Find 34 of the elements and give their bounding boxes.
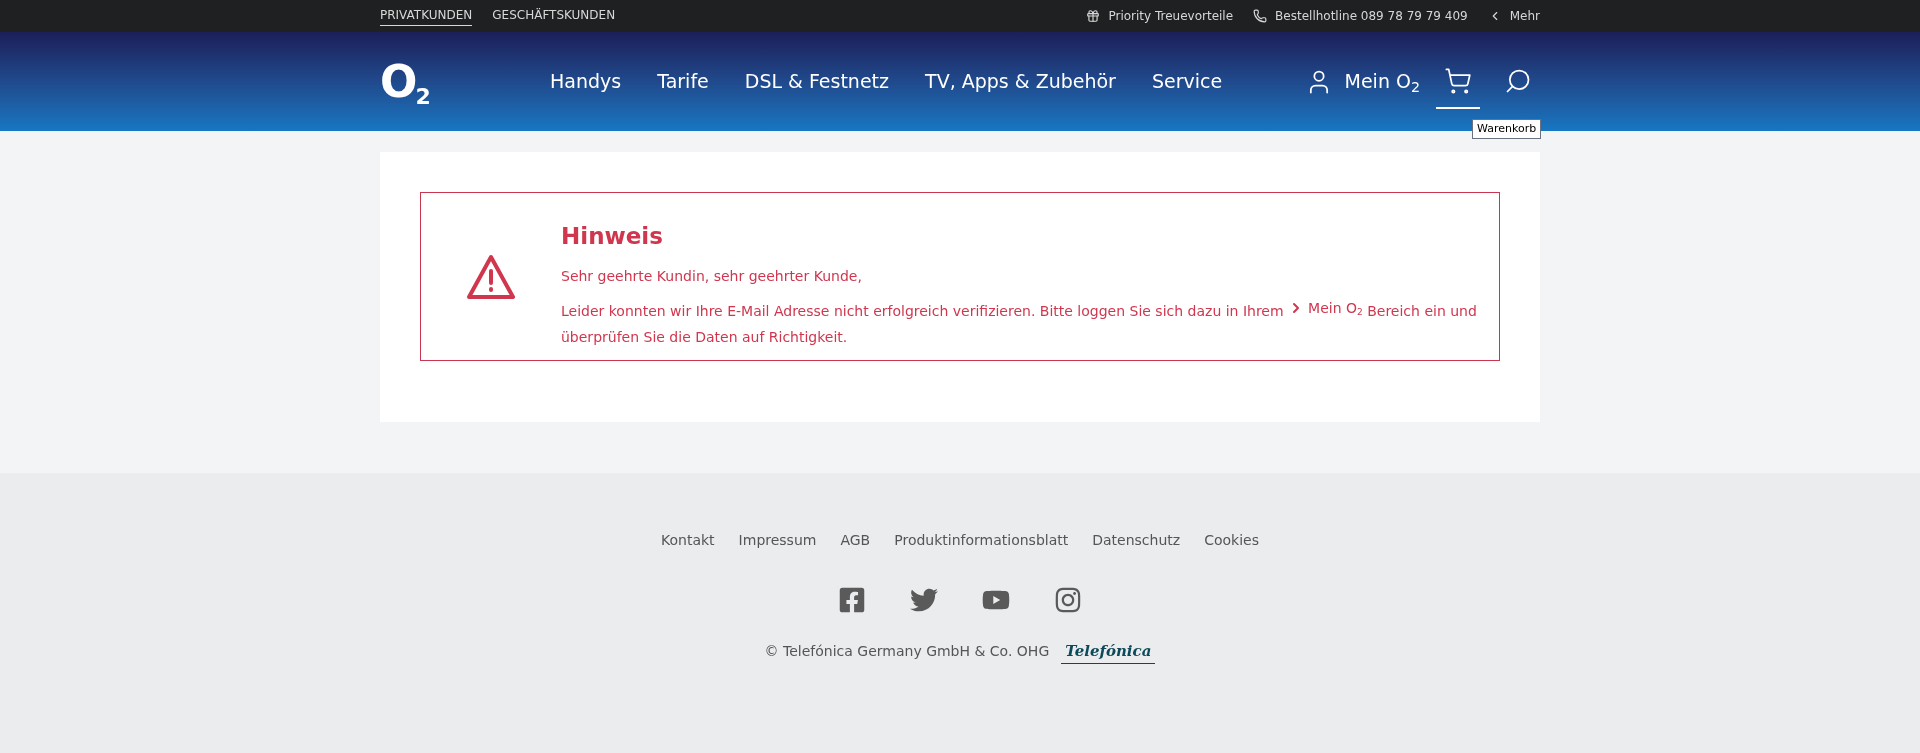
- account-link[interactable]: Mein O$_{2}$: [1304, 67, 1420, 96]
- footer-link[interactable]: Impressum: [738, 530, 817, 551]
- nav-link[interactable]: Tarife: [657, 67, 709, 96]
- nav-link[interactable]: TV, Apps & Zubehör: [925, 67, 1116, 96]
- nav-link[interactable]: Service: [1151, 67, 1223, 96]
- footer-link[interactable]: AGB: [840, 530, 871, 551]
- warning-icon: [465, 252, 517, 301]
- brand-logo: Telefónica: [1061, 640, 1156, 664]
- top-link[interactable]: Priority Treuevorteile: [1086, 7, 1234, 25]
- gift-icon: [1086, 9, 1101, 23]
- top-link[interactable]: Mehr: [1487, 7, 1540, 25]
- account-link[interactable]: Mein O$_{2}$: [1288, 294, 1363, 321]
- notice-message: Leider konnten wir Ihre E-Mail Adresse nicht erfolgreich verifizieren. Bitte loggen Sie sich dazu in Ihrem Mein O$_{2}$ Bereich ein und überprüfen Sie die Daten auf Richtigkeit.: [561, 294, 1491, 350]
- tooltip: Warenkorb: [1472, 118, 1542, 139]
- footer-link[interactable]: Produktinformationsblatt: [894, 530, 1069, 551]
- nav-link[interactable]: Handys: [550, 67, 622, 96]
- social-link[interactable]: [910, 586, 938, 614]
- segment-tab[interactable]: PRIVATKUNDEN: [380, 6, 473, 26]
- phone-icon: [1253, 9, 1268, 23]
- segment-tab[interactable]: GESCHÄFTSKUNDEN: [492, 6, 616, 26]
- cart-icon: [1444, 66, 1472, 95]
- top-link[interactable]: Bestellhotline 089 78 79 79 409: [1253, 7, 1468, 25]
- footer-link[interactable]: Datenschutz: [1092, 530, 1181, 551]
- footer-link[interactable]: Cookies: [1204, 530, 1259, 551]
- nav-link[interactable]: DSL & Festnetz: [744, 67, 890, 96]
- footer-link[interactable]: Kontakt: [661, 530, 715, 551]
- twitter-icon: [910, 586, 938, 614]
- notice-title: Hinweis: [561, 222, 664, 251]
- copyright-text: © Telefónica Germany GmbH & Co. OHG: [764, 642, 1050, 662]
- instagram-icon: [1054, 586, 1082, 614]
- notice-greeting: Sehr geehrte Kundin, sehr geehrter Kunde,: [561, 266, 863, 286]
- social-link[interactable]: [838, 586, 866, 614]
- facebook-icon: [838, 586, 866, 614]
- social-link[interactable]: [1054, 586, 1082, 614]
